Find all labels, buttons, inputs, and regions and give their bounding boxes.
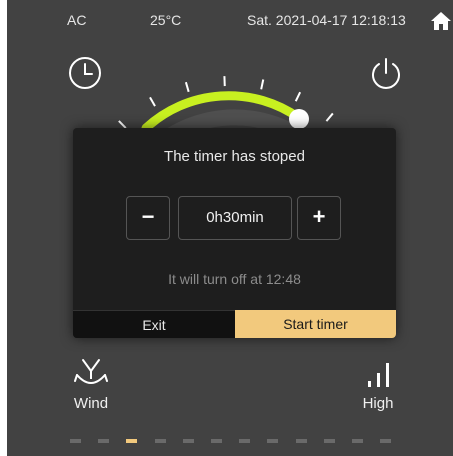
dial-tick bbox=[325, 112, 334, 122]
page-dot[interactable] bbox=[239, 439, 251, 443]
page-dot[interactable] bbox=[295, 439, 307, 443]
wind-label: Wind bbox=[73, 395, 109, 412]
exit-button[interactable]: Exit bbox=[73, 310, 235, 338]
fan-speed-label: High bbox=[362, 395, 394, 412]
page-indicator bbox=[70, 439, 400, 445]
page-dot-active[interactable] bbox=[126, 439, 138, 443]
page-dot[interactable] bbox=[70, 439, 81, 443]
page-dot[interactable] bbox=[323, 439, 335, 443]
fan-speed-control[interactable]: High bbox=[350, 357, 406, 412]
increase-duration-button[interactable]: + bbox=[297, 196, 341, 240]
page-dot[interactable] bbox=[211, 439, 222, 443]
page-dot[interactable] bbox=[352, 439, 363, 443]
dialog-title: The timer has stoped bbox=[164, 148, 305, 165]
dial-tick bbox=[184, 81, 190, 93]
start-timer-button[interactable]: Start timer bbox=[235, 310, 396, 338]
page-dot[interactable] bbox=[98, 439, 110, 443]
dial-tick bbox=[294, 91, 302, 102]
page-dot[interactable] bbox=[182, 439, 194, 443]
decrease-duration-button[interactable]: − bbox=[126, 196, 170, 240]
signal-bars-icon bbox=[368, 363, 389, 387]
page-dot[interactable] bbox=[380, 439, 392, 443]
dial-tick bbox=[260, 79, 265, 90]
page-dot[interactable] bbox=[154, 439, 166, 443]
fan-swing-icon bbox=[74, 359, 108, 384]
dial-knob bbox=[289, 109, 309, 129]
dial-tick bbox=[149, 96, 156, 107]
timer-duration-value: 0h30min bbox=[178, 196, 292, 240]
ac-control-screen: AC 25°C Sat. 2021-04-17 12:18:13 The tim… bbox=[7, 0, 453, 456]
timer-dialog: The timer has stoped − 0h30min + It will… bbox=[73, 128, 396, 338]
wind-control[interactable]: Wind bbox=[63, 357, 119, 412]
turn-off-info: It will turn off at 12:48 bbox=[168, 271, 301, 287]
page-dot[interactable] bbox=[267, 439, 279, 443]
